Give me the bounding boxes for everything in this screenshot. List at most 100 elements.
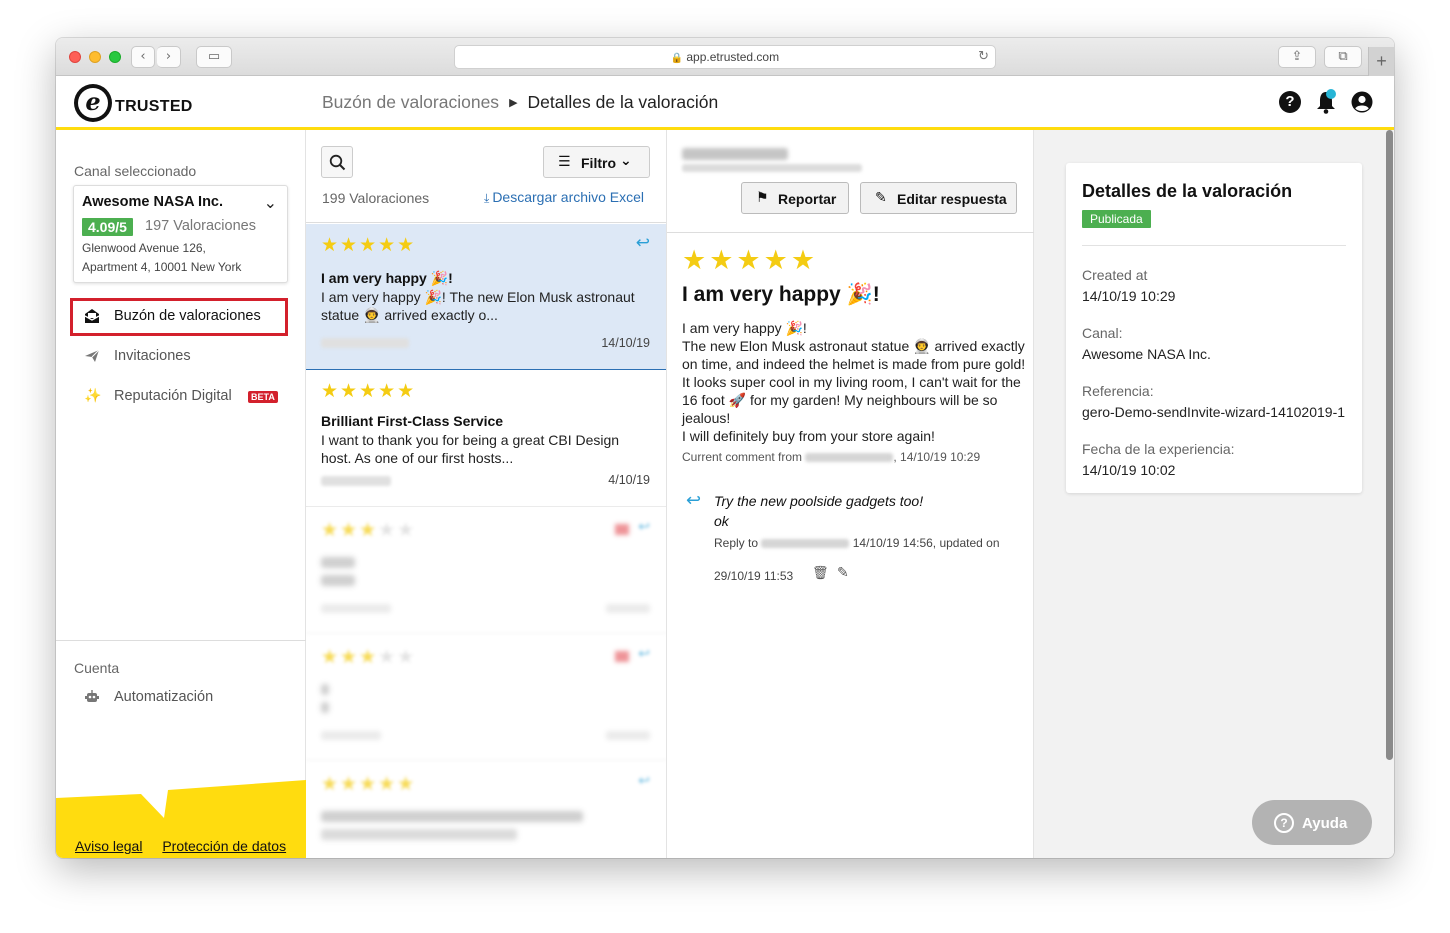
comment-prefix: Current comment from [682, 450, 803, 464]
browser-toolbar: ‹ › ▭ 🔒 app.etrusted.com ↻ ⇪ ⧉ + [56, 38, 1394, 76]
info-divider [1082, 245, 1346, 246]
close-window-button[interactable] [69, 51, 81, 63]
status-badge: Publicada [1082, 210, 1151, 228]
footer-links: Aviso legal Protección de datos [75, 838, 302, 854]
info-label: Created at [1082, 267, 1148, 283]
info-value: 14/10/19 10:29 [1082, 288, 1176, 304]
sidebar-item-label: Automatización [114, 689, 214, 705]
review-list-panel: ☰ Filtro ⌄ 199 Valoraciones ⤓ Descargar a… [306, 130, 667, 858]
comment-author-blurred [805, 453, 894, 463]
edit-reply-button[interactable]: ✎ Editar respuesta [860, 182, 1017, 214]
reply-to-label: Reply to [714, 536, 759, 550]
review-body-line: The new Elon Musk astronaut statue 👨‍🚀 a… [682, 338, 1026, 426]
minimize-window-button[interactable] [89, 51, 101, 63]
sidebar: Canal seleccionado Awesome NASA Inc. ⌄ 4… [56, 130, 306, 858]
review-info-card: Detalles de la valoración Publicada Crea… [1066, 163, 1362, 493]
address-bar[interactable]: 🔒 app.etrusted.com ↻ [454, 45, 996, 69]
review-card[interactable]: ★★★★★ ↩ [306, 634, 666, 761]
channel-section-label: Canal seleccionado [74, 163, 197, 179]
share-icon[interactable]: ⇪ [1278, 46, 1316, 68]
replied-icon: ↩ [638, 519, 650, 535]
review-card[interactable]: ★★★★★ ↩ [306, 761, 666, 858]
pencil-icon[interactable]: ✎ [837, 565, 849, 581]
sidebar-item-automation[interactable]: Automatización [70, 679, 288, 717]
sidebar-item-label: Reputación Digital [114, 388, 232, 404]
info-value: Awesome NASA Inc. [1082, 346, 1211, 362]
star-rating: ★★★★★ [321, 773, 417, 795]
flag-icon [615, 651, 629, 662]
channel-selector[interactable]: Awesome NASA Inc. ⌄ 4.09/5 197 Valoracio… [73, 185, 288, 283]
channel-address-line2: Apartment 4, 10001 New York [82, 260, 242, 274]
sidebar-item-reviews-inbox[interactable]: Buzón de valoraciones [70, 298, 288, 336]
flag-icon [615, 524, 629, 535]
logo-text: TRUSTED [115, 98, 193, 115]
reply-time: 14/10/19 14:56, updated on [852, 536, 1000, 550]
review-card[interactable]: ★★★★★ ↩ I am very happy 🎉! I am very hap… [306, 224, 666, 370]
sidebar-divider [56, 640, 306, 641]
user-account-icon[interactable] [1351, 91, 1373, 113]
review-body-line: I will definitely buy from your store ag… [682, 428, 935, 444]
info-label: Canal: [1082, 325, 1123, 341]
data-protection-link[interactable]: Protección de datos [162, 838, 286, 854]
reload-icon[interactable]: ↻ [978, 46, 989, 68]
sidebar-item-invitations[interactable]: Invitaciones [70, 338, 288, 376]
channel-address-line1: Glenwood Avenue 126, [82, 241, 206, 255]
review-card[interactable]: ★★★★★ ↩ [306, 507, 666, 634]
star-rating: ★★★★★ [321, 646, 417, 668]
url-text: app.etrusted.com [686, 50, 780, 64]
review-date: 14/10/19 [601, 336, 650, 350]
chevron-down-icon[interactable]: ⌄ [264, 193, 277, 212]
inbox-icon [84, 309, 100, 323]
filter-label: Filtro [581, 155, 616, 171]
sidebar-toggle-icon[interactable]: ▭ [196, 46, 232, 68]
trash-icon[interactable]: 🗑 [812, 566, 829, 581]
star-rating: ★★★★★ [321, 519, 417, 541]
star-rating: ★★★★★ [321, 380, 417, 402]
review-date-blurred [606, 604, 650, 613]
edit-reply-label: Editar respuesta [897, 191, 1007, 207]
lock-icon: 🔒 [670, 53, 684, 64]
new-tab-icon[interactable]: + [1368, 47, 1394, 76]
robot-icon [85, 690, 99, 702]
zoom-window-button[interactable] [109, 51, 121, 63]
channel-review-count: 197 Valoraciones [145, 218, 256, 234]
review-card[interactable]: ★★★★★ Brilliant First-Class Service I wa… [306, 370, 666, 507]
review-author-blurred [321, 338, 409, 348]
sidebar-item-label: Invitaciones [114, 348, 191, 364]
help-button[interactable]: ? Ayuda [1252, 800, 1372, 845]
filter-button[interactable]: ☰ Filtro ⌄ [543, 146, 650, 178]
review-title-blurred [321, 557, 355, 568]
filter-lines-icon: ☰ [558, 154, 571, 170]
paper-plane-icon [85, 349, 100, 362]
reviewer-name-blurred [682, 148, 788, 160]
info-label: Fecha de la experiencia: [1082, 441, 1235, 457]
page-scrollbar[interactable] [1386, 130, 1393, 760]
search-button[interactable] [321, 146, 353, 178]
breadcrumb-separator-icon: ▶ [509, 97, 518, 109]
star-rating: ★★★★★ [321, 234, 417, 256]
info-value: 14/10/19 10:02 [1082, 462, 1176, 478]
report-button[interactable]: ⚑ Reportar [741, 182, 849, 214]
review-body-line: I am very happy 🎉! [682, 320, 807, 336]
download-excel-link[interactable]: ⤓ Descargar archivo Excel [484, 189, 644, 206]
breadcrumb-parent[interactable]: Buzón de valoraciones [322, 92, 499, 112]
tabs-overview-icon[interactable]: ⧉ [1324, 46, 1362, 68]
forward-icon[interactable]: › [157, 46, 181, 68]
sidebar-item-digital-reputation[interactable]: ✨ Reputación Digital BETA [70, 378, 288, 416]
review-excerpt: I want to thank you for being a great CB… [321, 432, 620, 466]
etrusted-logo[interactable]: e [74, 84, 112, 122]
pencil-icon: ✎ [875, 190, 887, 206]
notification-badge [1326, 89, 1336, 99]
info-title: Detalles de la valoración [1082, 181, 1293, 201]
review-excerpt-blurred [321, 575, 355, 586]
replied-icon: ↩ [635, 233, 650, 253]
review-count: 199 Valoraciones [322, 190, 430, 206]
reply-line: ok [714, 513, 729, 529]
app-header: e TRUSTED Buzón de valoraciones ▶ Detalles… [56, 76, 1394, 130]
legal-notice-link[interactable]: Aviso legal [75, 838, 142, 854]
back-icon[interactable]: ‹ [131, 46, 155, 68]
help-icon[interactable]: ? [1279, 91, 1301, 113]
sidebar-item-label: Buzón de valoraciones [114, 308, 261, 324]
review-body: I am very happy 🎉! The new Elon Musk ast… [682, 319, 1027, 445]
review-title: I am very happy 🎉! [682, 283, 880, 306]
